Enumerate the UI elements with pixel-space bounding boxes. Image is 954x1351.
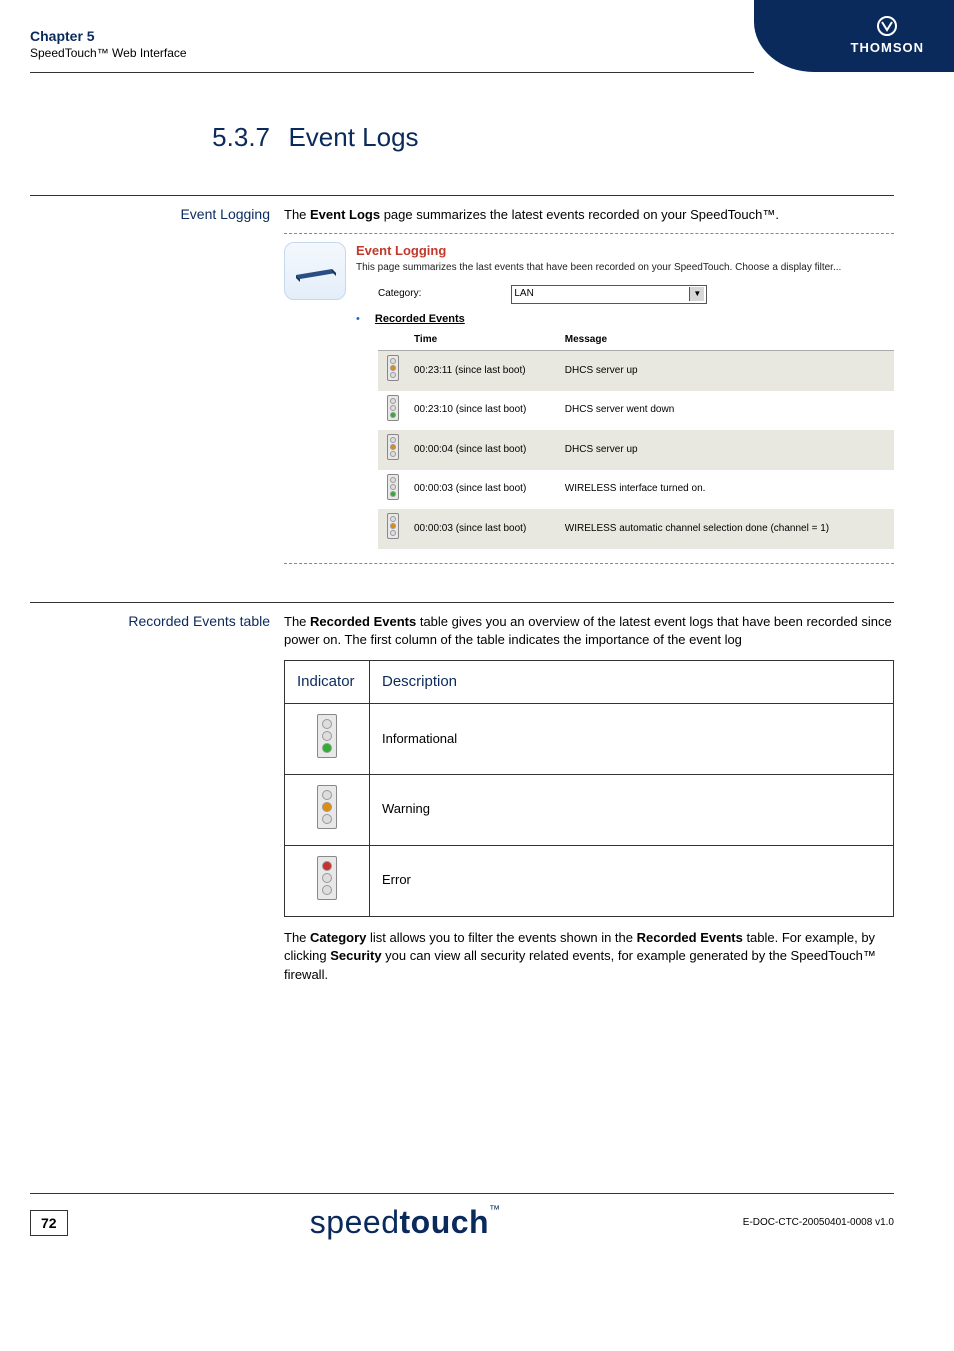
- logo-bold: touch: [399, 1204, 489, 1240]
- cell-msg: DHCS server went down: [559, 391, 894, 431]
- table-row: 00:00:03 (since last boot) WIRELESS inte…: [378, 470, 894, 510]
- bullet-icon: •: [356, 313, 360, 325]
- screenshot-subtitle: This page summarizes the last events tha…: [356, 261, 894, 276]
- page-footer: 72 speedtouch™ E-DOC-CTC-20050401-0008 v…: [30, 1193, 894, 1241]
- thomson-logo: THOMSON: [851, 16, 924, 56]
- document-reference: E-DOC-CTC-20050401-0008 v1.0: [743, 1217, 894, 1228]
- recorded-events-heading: • Recorded Events: [356, 312, 894, 328]
- screenshot-panel: Event Logging This page summarizes the l…: [284, 242, 894, 549]
- chapter-subtitle: SpeedTouch™ Web Interface: [30, 46, 187, 60]
- section-number: 5.3.7: [30, 122, 284, 153]
- category-select[interactable]: LAN ▼: [511, 285, 707, 304]
- text: The: [284, 614, 310, 629]
- severity-icon: [387, 355, 399, 381]
- text: The: [284, 930, 310, 945]
- severity-icon: [387, 513, 399, 539]
- severity-warn-icon: [317, 785, 337, 829]
- chevron-down-icon: ▼: [689, 287, 704, 301]
- indicator-table: Indicator Description Informational Warn…: [284, 660, 894, 916]
- cell-desc: Warning: [370, 774, 894, 845]
- text-bold: Security: [330, 948, 381, 963]
- side-label-recorded-events: Recorded Events table: [30, 613, 284, 986]
- chapter-block: Chapter 5 SpeedTouch™ Web Interface: [30, 28, 187, 60]
- event-logging-intro: The Event Logs page summarizes the lates…: [284, 206, 894, 225]
- cell-time: 00:00:03 (since last boot): [408, 470, 559, 510]
- table-row: 00:23:10 (since last boot) DHCS server w…: [378, 391, 894, 431]
- thomson-name: THOMSON: [851, 40, 924, 55]
- col-description: Description: [370, 661, 894, 704]
- section-heading: 5.3.7 Event Logs: [30, 122, 894, 153]
- severity-info-icon: [317, 714, 337, 758]
- text: list allows you to filter the events sho…: [366, 930, 636, 945]
- recorded-events-para2: The Category list allows you to filter t…: [284, 929, 894, 986]
- event-logging-block: Event Logging The Event Logs page summar…: [30, 195, 894, 572]
- speedtouch-logo: speedtouch™: [310, 1204, 501, 1241]
- cell-time: 00:23:10 (since last boot): [408, 391, 559, 431]
- cell-desc: Error: [370, 845, 894, 916]
- cell-msg: DHCS server up: [559, 430, 894, 470]
- chapter-title: Chapter 5: [30, 28, 187, 44]
- text-bold: Event Logs: [310, 207, 380, 222]
- text-bold: Recorded Events: [310, 614, 416, 629]
- thomson-mark-icon: [851, 16, 924, 40]
- cell-desc: Informational: [370, 704, 894, 775]
- screenshot-events-table: Time Message 00:23:11 (since last boot) …: [378, 330, 894, 549]
- screenshot-title: Event Logging: [356, 242, 894, 261]
- severity-icon: [387, 474, 399, 500]
- device-icon: [284, 242, 346, 300]
- text-bold: Category: [310, 930, 366, 945]
- cell-time: 00:00:03 (since last boot): [408, 509, 559, 549]
- text-bold: Recorded Events: [637, 930, 743, 945]
- cell-time: 00:00:04 (since last boot): [408, 430, 559, 470]
- table-row: 00:00:04 (since last boot) DHCS server u…: [378, 430, 894, 470]
- table-row: 00:00:03 (since last boot) WIRELESS auto…: [378, 509, 894, 549]
- logo-tm: ™: [489, 1204, 501, 1216]
- table-row: 00:23:11 (since last boot) DHCS server u…: [378, 351, 894, 391]
- page-number: 72: [30, 1210, 68, 1236]
- col-message: Message: [559, 330, 894, 351]
- brand-band: THOMSON: [754, 0, 954, 72]
- recorded-events-title: Recorded Events: [375, 313, 465, 325]
- cell-time: 00:23:11 (since last boot): [408, 351, 559, 391]
- header-rule: [30, 72, 754, 73]
- recorded-events-para1: The Recorded Events table gives you an o…: [284, 613, 894, 651]
- dashed-rule: [284, 563, 894, 564]
- side-label-event-logging: Event Logging: [30, 206, 284, 572]
- cell-msg: DHCS server up: [559, 351, 894, 391]
- dashed-rule: [284, 233, 894, 234]
- cell-msg: WIRELESS interface turned on.: [559, 470, 894, 510]
- table-row: Informational: [285, 704, 894, 775]
- col-indicator: Indicator: [285, 661, 370, 704]
- category-label: Category:: [378, 287, 421, 302]
- section-title: Event Logs: [288, 122, 418, 152]
- text: page summarizes the latest events record…: [380, 207, 779, 222]
- text: The: [284, 207, 310, 222]
- cell-msg: WIRELESS automatic channel selection don…: [559, 509, 894, 549]
- recorded-events-table-block: Recorded Events table The Recorded Event…: [30, 602, 894, 986]
- severity-icon: [387, 434, 399, 460]
- table-row: Error: [285, 845, 894, 916]
- logo-thin: speed: [310, 1204, 400, 1240]
- category-value: LAN: [514, 287, 533, 302]
- severity-icon: [387, 395, 399, 421]
- severity-error-icon: [317, 856, 337, 900]
- col-time: Time: [408, 330, 559, 351]
- table-row: Warning: [285, 774, 894, 845]
- col-icon: [378, 330, 408, 351]
